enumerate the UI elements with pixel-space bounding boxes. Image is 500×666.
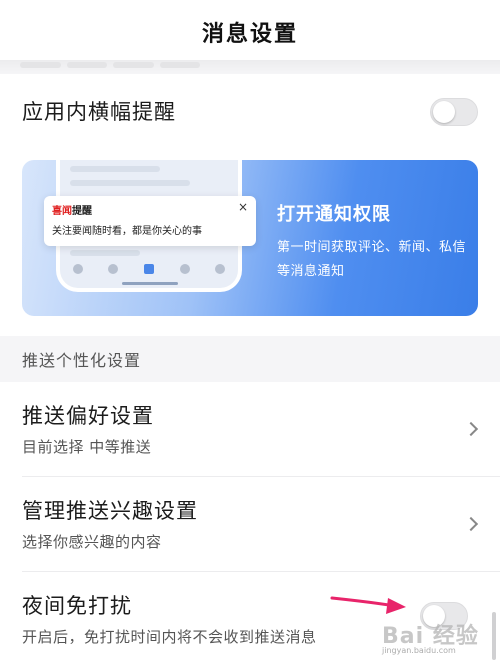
push-interest-subtitle: 选择你感兴趣的内容 xyxy=(22,533,162,551)
page-title: 消息设置 xyxy=(201,22,298,47)
push-interest-title: 管理推送兴趣设置 xyxy=(22,499,198,523)
notification-permission-banner[interactable]: 喜闻提醒 关注要闻随时看，都是你关心的事 × 打开通知权限 第一时间获取评论、新… xyxy=(22,160,478,316)
banner-reminder-toggle[interactable] xyxy=(430,98,478,126)
push-preference-title: 推送偏好设置 xyxy=(22,404,154,428)
night-dnd-subtitle: 开启后，免打扰时间内将不会收到推送消息 xyxy=(22,628,317,646)
banner-reminder-label: 应用内横幅提醒 xyxy=(22,100,176,124)
profile-icon xyxy=(215,264,226,274)
phone-navbar xyxy=(60,258,238,280)
home-icon xyxy=(72,264,83,274)
video-icon xyxy=(108,264,119,274)
header-bar: 消息设置 xyxy=(0,0,500,64)
toggle-knob xyxy=(433,101,455,123)
banner-settings-card: 应用内横幅提醒 喜闻提醒 关注要闻随时看，都是你关心的事 × 打开通知权限 第一… xyxy=(0,74,500,336)
home-indicator xyxy=(122,282,178,285)
push-interest-row[interactable]: 管理推送兴趣设置 选择你感兴趣的内容 xyxy=(0,477,500,571)
faded-previous-row xyxy=(20,62,200,70)
center-icon xyxy=(143,264,154,274)
search-icon xyxy=(179,264,190,274)
section-header: 推送个性化设置 xyxy=(0,336,500,382)
scrollbar[interactable] xyxy=(492,612,496,660)
banner-title: 打开通知权限 xyxy=(277,204,391,225)
chevron-right-icon xyxy=(463,421,479,437)
night-dnd-title: 夜间免打扰 xyxy=(22,594,132,618)
watermark-url: jingyan.baidu.com xyxy=(382,646,456,655)
notification-text: 关注要闻随时看，都是你关心的事 xyxy=(52,226,202,237)
chevron-right-icon xyxy=(463,516,479,532)
notification-preview: 喜闻提醒 关注要闻随时看，都是你关心的事 × xyxy=(44,196,256,246)
push-preference-subtitle: 目前选择 中等推送 xyxy=(22,438,152,456)
banner-description: 第一时间获取评论、新闻、私信等消息通知 xyxy=(277,240,467,279)
close-icon: × xyxy=(237,200,248,214)
watermark: Bai 经验 jingyan.baidu.com xyxy=(382,612,500,655)
notification-brand: 喜闻提醒 xyxy=(52,206,92,217)
push-preference-row[interactable]: 推送偏好设置 目前选择 中等推送 xyxy=(0,382,500,476)
section-title: 推送个性化设置 xyxy=(22,351,142,370)
